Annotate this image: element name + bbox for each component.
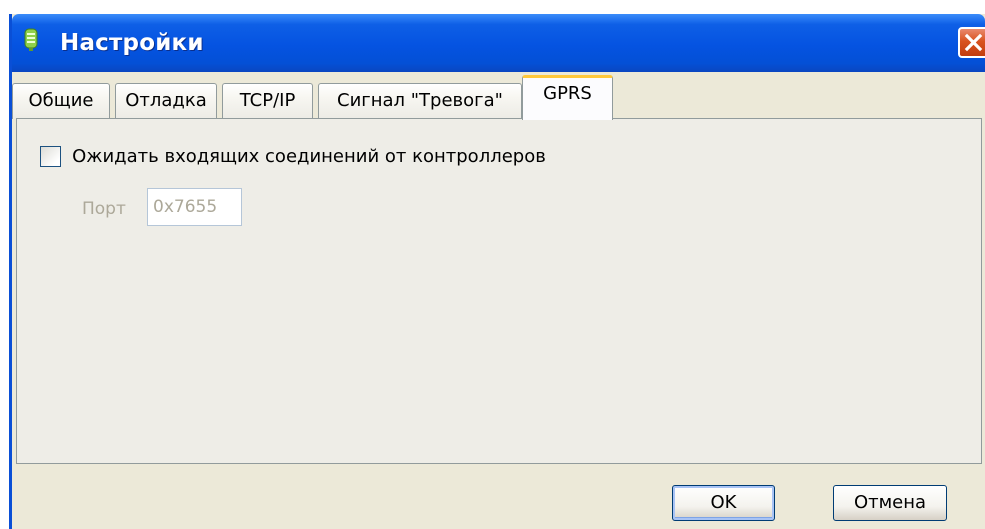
settings-dialog: Настройки Общие Отладка TCP/IP Сигнал "Т… [9, 14, 985, 529]
wait-incoming-checkbox[interactable] [40, 146, 61, 167]
wait-incoming-option[interactable]: Ожидать входящих соединений от контролле… [40, 146, 546, 170]
tab-tcpip[interactable]: TCP/IP [222, 83, 313, 119]
cancel-button[interactable]: Отмена [833, 485, 947, 521]
window-title: Настройки [60, 30, 204, 56]
wait-incoming-label[interactable]: Ожидать входящих соединений от контролле… [72, 146, 546, 167]
close-button[interactable] [958, 27, 985, 58]
tab-general[interactable]: Общие [12, 83, 110, 119]
port-input[interactable] [147, 188, 242, 226]
tab-debug[interactable]: Отладка [115, 83, 217, 119]
tab-alarm-signal[interactable]: Сигнал "Тревога" [318, 83, 522, 119]
tab-strip: Общие Отладка TCP/IP Сигнал "Тревога" GP… [12, 73, 985, 120]
ok-button[interactable]: OK [672, 485, 775, 521]
title-bar[interactable]: Настройки [12, 14, 985, 72]
close-icon [964, 33, 983, 52]
app-icon [24, 28, 38, 51]
port-label: Порт [82, 199, 126, 219]
tab-gprs[interactable]: GPRS [522, 75, 613, 120]
gprs-tab-panel: Ожидать входящих соединений от контролле… [16, 118, 982, 464]
